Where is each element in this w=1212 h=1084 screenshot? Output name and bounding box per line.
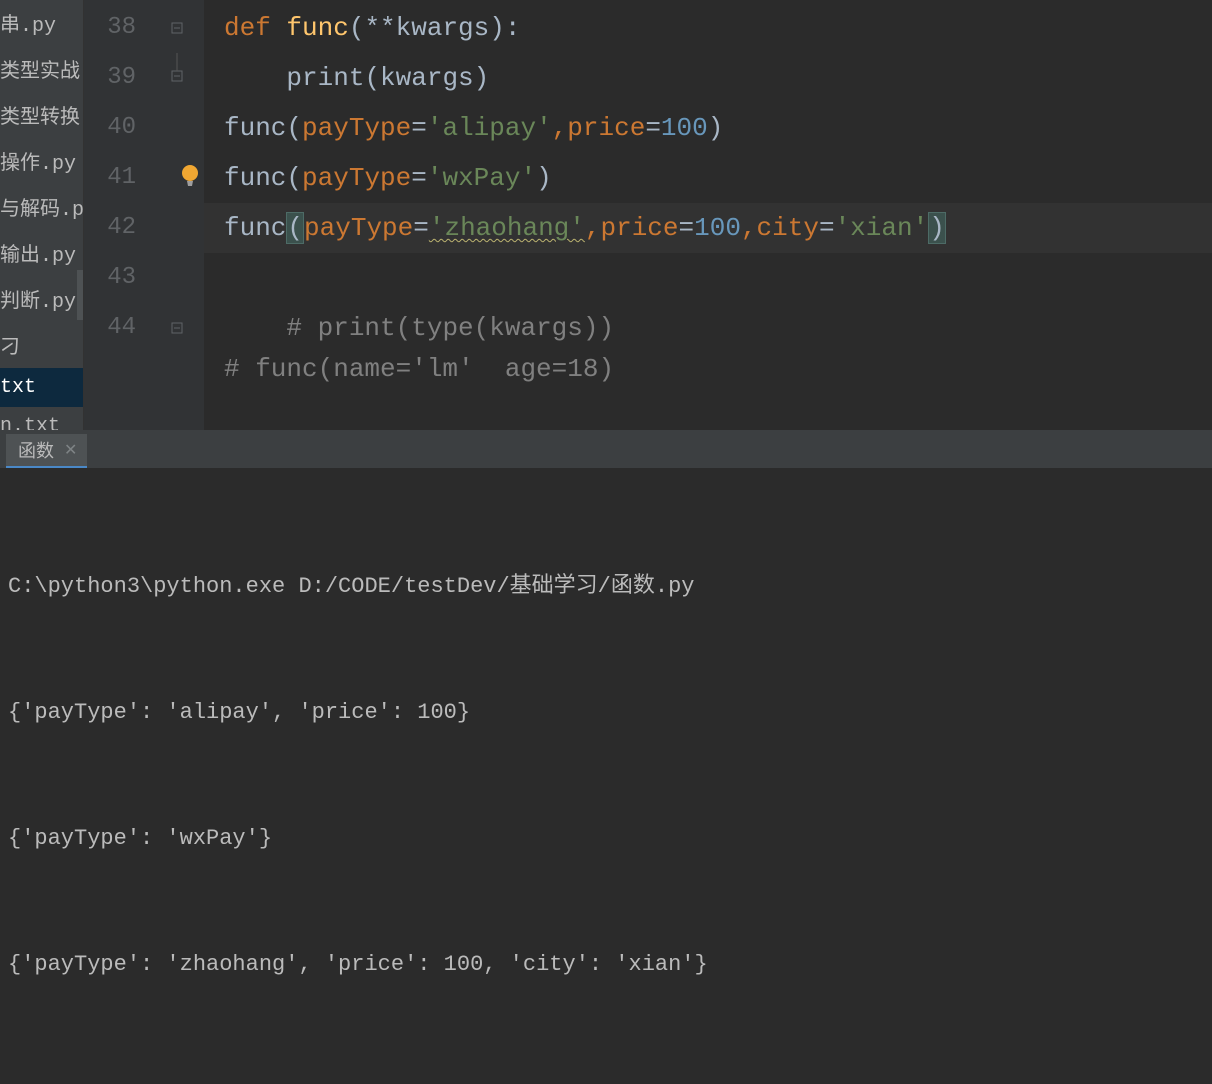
- intention-bulb-icon[interactable]: [180, 163, 200, 191]
- fold-blank: [154, 253, 204, 303]
- code-line[interactable]: func(payType='wxPay'): [204, 153, 1212, 203]
- fold-end-icon[interactable]: [154, 53, 204, 103]
- console-line: {'payType': 'zhaohang', 'price': 100, 'c…: [8, 944, 1204, 986]
- code-line-current[interactable]: func(payType='zhaohang',price=100,city='…: [204, 203, 1212, 253]
- sidebar[interactable]: 串.py类型实战类型转换操作.py与解码.p输出.py判断.py刁txtn.tx…: [0, 0, 84, 430]
- console-line: {'payType': 'wxPay'}: [8, 818, 1204, 860]
- call: func: [224, 163, 286, 193]
- comment: # print(type(kwargs)): [286, 313, 614, 343]
- paren-matched: ): [928, 212, 946, 244]
- string: 'alipay': [427, 113, 552, 143]
- gutter-line[interactable]: 42: [84, 203, 154, 253]
- fold-blank: [154, 203, 204, 253]
- console-tabs: 函数 ✕: [0, 430, 1212, 468]
- arg: kwargs: [380, 63, 474, 93]
- paren: (: [286, 113, 302, 143]
- console-pane: 函数 ✕ C:\python3\python.exe D:/CODE/testD…: [0, 430, 1212, 1084]
- gutter-line[interactable]: 38: [84, 3, 154, 53]
- function-name: func: [286, 13, 348, 43]
- file-item[interactable]: 类型转换: [0, 92, 83, 138]
- gutter-line[interactable]: 43: [84, 253, 154, 303]
- call: func: [224, 113, 286, 143]
- console-line: {'payType': 'alipay', 'price': 100}: [8, 692, 1204, 734]
- paren: ): [708, 113, 724, 143]
- code-line-partial[interactable]: # func(name='lm' age=18): [204, 353, 1212, 385]
- console-output[interactable]: C:\python3\python.exe D:/CODE/testDev/基础…: [0, 468, 1212, 1084]
- call: func: [224, 213, 286, 243]
- file-item[interactable]: 与解码.p: [0, 184, 83, 230]
- code-line[interactable]: func(payType='alipay',price=100): [204, 103, 1212, 153]
- code-line[interactable]: # print(type(kwargs)): [204, 303, 1212, 353]
- code-content[interactable]: def func(**kwargs): print(kwargs) func(p…: [204, 0, 1212, 430]
- close-icon[interactable]: ✕: [62, 440, 79, 460]
- string: 'xian': [835, 213, 929, 243]
- file-item[interactable]: 操作.py: [0, 138, 83, 184]
- code-line[interactable]: print(kwargs): [204, 53, 1212, 103]
- editor-pane: 串.py类型实战类型转换操作.py与解码.p输出.py判断.py刁txtn.tx…: [0, 0, 1212, 430]
- kwarg: price: [601, 213, 679, 243]
- comma: ,: [552, 113, 568, 143]
- console-tab[interactable]: 函数 ✕: [6, 434, 87, 468]
- paren: (: [286, 163, 302, 193]
- comma: ,: [585, 213, 601, 243]
- comma: ,: [741, 213, 757, 243]
- eq: =: [645, 113, 661, 143]
- gutter-line[interactable]: 44: [84, 303, 154, 353]
- gutter-line[interactable]: 40: [84, 103, 154, 153]
- file-item[interactable]: 类型实战: [0, 46, 83, 92]
- file-item[interactable]: 刁: [0, 322, 83, 368]
- file-item[interactable]: n.txt: [0, 407, 83, 430]
- eq: =: [411, 113, 427, 143]
- gutter: 38 39 40 41 42 43 44: [84, 0, 154, 430]
- paren-matched: (: [286, 212, 304, 244]
- string-warn: 'zhaohang': [429, 213, 585, 243]
- fold-blank: [154, 153, 204, 203]
- paren: ): [474, 63, 490, 93]
- file-item[interactable]: 判断.py: [0, 276, 83, 322]
- gutter-line[interactable]: 41: [84, 153, 154, 203]
- code-line[interactable]: [204, 253, 1212, 303]
- params: (**kwargs):: [349, 13, 521, 43]
- indent: [224, 63, 286, 93]
- editor-area[interactable]: 38 39 40 41 42 43 44: [84, 0, 1212, 430]
- eq: =: [411, 163, 427, 193]
- paren: (: [364, 63, 380, 93]
- eq: =: [679, 213, 695, 243]
- kwarg: payType: [304, 213, 413, 243]
- kwarg: payType: [302, 113, 411, 143]
- number: 100: [694, 213, 741, 243]
- fold-column: [154, 0, 204, 430]
- gutter-line[interactable]: 39: [84, 53, 154, 103]
- file-item[interactable]: 串.py: [0, 0, 83, 46]
- kwarg: price: [567, 113, 645, 143]
- console-line: C:\python3\python.exe D:/CODE/testDev/基础…: [8, 566, 1204, 608]
- string: 'wxPay': [427, 163, 536, 193]
- kwarg: city: [757, 213, 819, 243]
- call-print: print: [286, 63, 364, 93]
- number: 100: [661, 113, 708, 143]
- file-item[interactable]: txt: [0, 368, 83, 407]
- kwarg: payType: [302, 163, 411, 193]
- comment: # func(name='lm' age=18): [224, 354, 614, 384]
- file-item[interactable]: 输出.py: [0, 230, 83, 276]
- paren: ): [536, 163, 552, 193]
- fold-collapse-icon[interactable]: [154, 3, 204, 53]
- eq: =: [819, 213, 835, 243]
- console-tab-label: 函数: [18, 437, 54, 463]
- code-line[interactable]: def func(**kwargs):: [204, 3, 1212, 53]
- fold-blank: [154, 103, 204, 153]
- keyword-def: def: [224, 13, 271, 43]
- indent: [224, 313, 286, 343]
- fold-collapse-icon[interactable]: [154, 303, 204, 353]
- eq: =: [413, 213, 429, 243]
